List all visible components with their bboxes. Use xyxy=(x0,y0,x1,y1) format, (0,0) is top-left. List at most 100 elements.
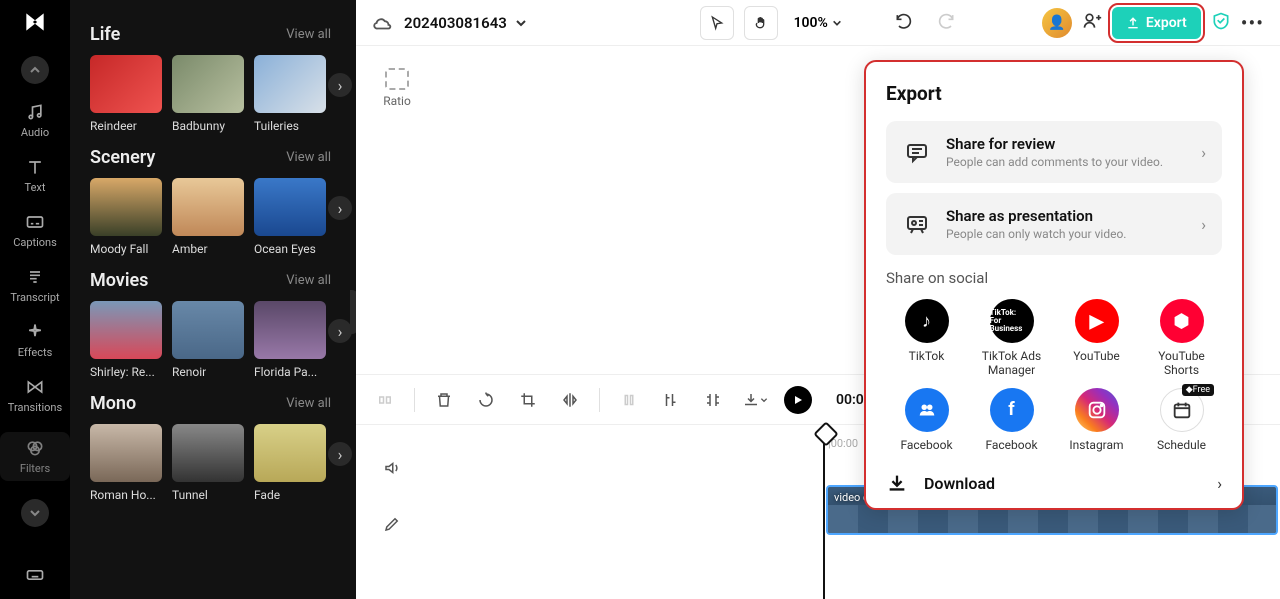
section-life-title: Life xyxy=(90,24,120,45)
speed-button[interactable] xyxy=(473,387,499,413)
nav-effects[interactable]: Effects xyxy=(0,322,70,359)
section-scenery-next[interactable]: › xyxy=(328,196,352,220)
nav-scroll-up[interactable] xyxy=(21,56,49,84)
track-edit-button[interactable] xyxy=(379,511,405,537)
project-name[interactable]: 202403081643 xyxy=(404,14,527,32)
nav-effects-label: Effects xyxy=(18,346,53,359)
section-life-next[interactable]: › xyxy=(328,73,352,97)
social-youtube[interactable]: ▶YouTube xyxy=(1056,299,1137,378)
tiktok-ads-icon: TikTok:For Business xyxy=(990,299,1034,343)
nav-text-label: Text xyxy=(25,181,46,194)
section-life-row: Reindeer Badbunny Tuileries › xyxy=(90,55,356,133)
filter-renoir[interactable]: Renoir xyxy=(172,301,244,379)
section-movies-next[interactable]: › xyxy=(328,319,352,343)
redo-button[interactable] xyxy=(930,11,962,35)
export-title: Export xyxy=(886,82,1222,105)
user-avatar[interactable]: 👤 xyxy=(1042,8,1072,38)
nav-transitions[interactable]: Transitions xyxy=(0,377,70,414)
section-mono-title: Mono xyxy=(90,393,136,414)
ratio-button[interactable]: Ratio xyxy=(372,58,422,118)
social-grid: ♪TikTok TikTok:For BusinessTikTok Ads Ma… xyxy=(886,299,1222,452)
section-scenery-title: Scenery xyxy=(90,147,155,168)
youtube-shorts-icon: ⬢ xyxy=(1160,299,1204,343)
filter-oceaneyes[interactable]: Ocean Eyes xyxy=(254,178,326,256)
nav-scroll-down[interactable] xyxy=(21,499,49,527)
chevron-right-icon: › xyxy=(1201,143,1206,162)
download-icon xyxy=(886,472,908,494)
filter-reindeer[interactable]: Reindeer xyxy=(90,55,162,133)
download-menu[interactable] xyxy=(742,387,768,413)
filter-florida[interactable]: Florida Pa... xyxy=(254,301,326,379)
filters-panel: Life View all Reindeer Badbunny Tuilerie… xyxy=(70,0,356,599)
section-movies-viewall[interactable]: View all xyxy=(286,273,331,288)
filter-shirley[interactable]: Shirley: Re... xyxy=(90,301,162,379)
chevron-right-icon: › xyxy=(1217,474,1222,493)
app-logo[interactable] xyxy=(21,8,49,36)
social-tiktok-ads[interactable]: TikTok:For BusinessTikTok Ads Manager xyxy=(971,299,1052,378)
social-facebook[interactable]: fFacebook xyxy=(971,388,1052,452)
filter-romanho[interactable]: Roman Ho... xyxy=(90,424,162,502)
comment-icon xyxy=(902,137,932,167)
nav-captions[interactable]: Captions xyxy=(0,212,70,249)
nav-audio[interactable]: Audio xyxy=(0,102,70,139)
tiktok-icon: ♪ xyxy=(905,299,949,343)
social-facebook-group[interactable]: Facebook xyxy=(886,388,967,452)
nav-text[interactable]: Text xyxy=(0,157,70,194)
shield-icon[interactable] xyxy=(1211,11,1231,35)
nav-audio-label: Audio xyxy=(21,126,49,139)
social-schedule[interactable]: ◆FreeSchedule xyxy=(1141,388,1222,452)
filter-tuileries[interactable]: Tuileries xyxy=(254,55,326,133)
nav-filters-label: Filters xyxy=(20,462,50,475)
track-audio-button[interactable] xyxy=(379,455,405,481)
share-on-social-label: Share on social xyxy=(886,269,1222,287)
section-scenery-viewall[interactable]: View all xyxy=(286,150,331,165)
freeze-button[interactable] xyxy=(616,387,642,413)
ratio-frame-icon xyxy=(385,68,409,90)
timeline-track-controls xyxy=(356,425,428,599)
zoom-level[interactable]: 100% xyxy=(794,15,842,31)
nav-captions-label: Captions xyxy=(13,236,57,249)
section-mono-row: Roman Ho... Tunnel Fade › xyxy=(90,424,356,502)
facebook-icon: f xyxy=(990,388,1034,432)
social-instagram[interactable]: Instagram xyxy=(1056,388,1137,452)
nav-transcript[interactable]: Transcript xyxy=(0,267,70,304)
topbar: 202403081643 100% 👤 Export ••• xyxy=(356,0,1280,46)
split-button[interactable] xyxy=(372,387,398,413)
share-review-card[interactable]: Share for review People can add comments… xyxy=(886,121,1222,183)
hand-tool[interactable] xyxy=(744,6,778,40)
section-mono-next[interactable]: › xyxy=(328,442,352,466)
play-button[interactable] xyxy=(784,386,812,414)
export-button[interactable]: Export xyxy=(1112,7,1201,39)
nav-transitions-label: Transitions xyxy=(8,401,62,414)
filter-moodyfall[interactable]: Moody Fall xyxy=(90,178,162,256)
section-life-viewall[interactable]: View all xyxy=(286,27,331,42)
crop-tl-button[interactable] xyxy=(515,387,541,413)
pointer-tool[interactable] xyxy=(700,6,734,40)
social-tiktok[interactable]: ♪TikTok xyxy=(886,299,967,378)
delete-button[interactable] xyxy=(431,387,457,413)
filter-tunnel[interactable]: Tunnel xyxy=(172,424,244,502)
nav-transcript-label: Transcript xyxy=(10,291,59,304)
filter-amber[interactable]: Amber xyxy=(172,178,244,256)
adjust-button[interactable] xyxy=(658,387,684,413)
nav-keyboard[interactable] xyxy=(0,565,70,589)
filter-badbunny[interactable]: Badbunny xyxy=(172,55,244,133)
main-area: 202403081643 100% 👤 Export ••• Ratio xyxy=(356,0,1280,599)
filter-fade[interactable]: Fade xyxy=(254,424,326,502)
youtube-icon: ▶ xyxy=(1075,299,1119,343)
instagram-icon xyxy=(1075,388,1119,432)
volume-button[interactable] xyxy=(700,387,726,413)
add-user-button[interactable] xyxy=(1082,11,1102,35)
cloud-icon xyxy=(372,12,394,34)
social-youtube-shorts[interactable]: ⬢YouTube Shorts xyxy=(1141,299,1222,378)
mirror-button[interactable] xyxy=(557,387,583,413)
undo-button[interactable] xyxy=(888,11,920,35)
nav-filters[interactable]: Filters xyxy=(0,432,70,481)
share-presentation-card[interactable]: Share as presentation People can only wa… xyxy=(886,193,1222,255)
playhead[interactable] xyxy=(823,427,825,599)
export-panel: Export Share for review People can add c… xyxy=(864,60,1244,510)
more-menu[interactable]: ••• xyxy=(1241,11,1264,35)
download-row[interactable]: Download › xyxy=(886,458,1222,494)
presentation-icon xyxy=(902,209,932,239)
section-mono-viewall[interactable]: View all xyxy=(286,396,331,411)
